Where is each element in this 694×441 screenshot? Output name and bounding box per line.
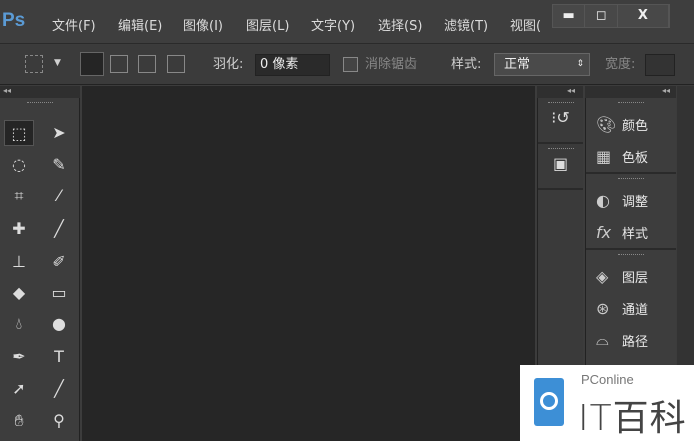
menu-bar: Ps 文件(F) 编辑(E) 图像(I) 图层(L) 文字(Y) 选择(S) 滤… bbox=[0, 0, 694, 44]
feather-label: 羽化: bbox=[213, 57, 244, 72]
preset-dropdown-icon[interactable]: ▼ bbox=[54, 58, 61, 68]
type-tool-icon[interactable]: T bbox=[44, 344, 74, 370]
history-panel-button[interactable]: ⁝↺ bbox=[538, 102, 583, 144]
layers-icon: ◈ bbox=[596, 266, 609, 286]
panel-label: 路径 bbox=[622, 334, 649, 350]
lasso-tool-icon[interactable]: ◌ bbox=[4, 152, 34, 178]
line-tool-icon[interactable]: ╱ bbox=[44, 376, 74, 402]
panel-label: 颜色 bbox=[622, 118, 649, 134]
panel-group: ◈ 图层 ⊛ 通道 ⌓ 路径 bbox=[586, 254, 676, 356]
clone-stamp-tool-icon[interactable]: ⊥ bbox=[4, 249, 34, 275]
antialias-label: 消除锯齿 bbox=[365, 57, 418, 72]
canvas-area[interactable] bbox=[82, 86, 535, 441]
crop-tool-icon[interactable]: ⌗ bbox=[4, 183, 34, 209]
panel2-collapse[interactable]: ◂◂ bbox=[585, 86, 676, 98]
gradient-tool-icon[interactable]: ▭ bbox=[44, 280, 74, 306]
collapse-icon: ◂◂ bbox=[3, 86, 12, 95]
window-controls: ▬ ◻ X bbox=[552, 4, 670, 28]
watermark-brand: PConline bbox=[581, 372, 634, 387]
channels-icon: ⊛ bbox=[596, 298, 610, 318]
menu-image[interactable]: 图像(I) bbox=[183, 15, 223, 34]
panel-label: 调整 bbox=[622, 194, 649, 210]
style-value: 正常 bbox=[504, 57, 531, 72]
history-brush-tool-icon[interactable]: ✐ bbox=[44, 249, 74, 275]
panel-label: 样式 bbox=[622, 226, 649, 242]
new-selection-icon[interactable] bbox=[80, 52, 104, 76]
minimize-button[interactable]: ▬ bbox=[553, 5, 586, 27]
feather-input[interactable]: 0 像素 bbox=[255, 54, 330, 76]
watermark: PConline IT百科 bbox=[520, 365, 694, 441]
move-tool-icon[interactable]: ➤ bbox=[44, 120, 74, 146]
hand-tool-icon[interactable]: ✋︎ bbox=[4, 408, 34, 434]
select-arrows-icon: ⇕ bbox=[576, 59, 584, 69]
menu-edit[interactable]: 编辑(E) bbox=[118, 15, 162, 34]
panel-group: ◐ 调整 fx 样式 bbox=[586, 178, 676, 250]
style-label: 样式: bbox=[451, 57, 482, 72]
menu-file[interactable]: 文件(F) bbox=[52, 15, 96, 34]
blur-tool-icon[interactable]: 💧︎ bbox=[4, 311, 34, 337]
properties-panel-button[interactable]: ▣ bbox=[538, 148, 583, 190]
panel-label: 通道 bbox=[622, 302, 649, 318]
panel-styles[interactable]: fx 样式 bbox=[586, 216, 676, 248]
panel1-collapse[interactable]: ◂◂ bbox=[537, 86, 583, 98]
zoom-tool-icon[interactable]: ⚲ bbox=[44, 408, 74, 434]
styles-icon: fx bbox=[596, 222, 612, 242]
menu-filter[interactable]: 滤镜(T) bbox=[444, 15, 488, 34]
panel-group: 🎨︎ 颜色 ▦ 色板 bbox=[586, 102, 676, 174]
panel-adjustments[interactable]: ◐ 调整 bbox=[586, 184, 676, 216]
antialias-checkbox[interactable] bbox=[343, 57, 358, 72]
paths-icon: ⌓ bbox=[596, 330, 609, 349]
brush-tool-icon[interactable]: ╱ bbox=[44, 216, 74, 242]
options-bar: ▼ 羽化: 0 像素 消除锯齿 样式: 正常 ⇕ 宽度: bbox=[0, 45, 694, 85]
tools-panel: ⬚ ➤ ◌ ✎ ⌗ ⁄ ✚ ╱ ⊥ ✐ ◆ ▭ 💧︎ ● ✒ T ➚ ╱ ✋︎ … bbox=[0, 98, 80, 441]
width-label: 宽度: bbox=[605, 57, 636, 72]
eraser-tool-icon[interactable]: ◆ bbox=[4, 280, 34, 306]
panel-label: 色板 bbox=[622, 150, 649, 166]
swatches-icon: ▦ bbox=[596, 146, 612, 166]
panel-swatches[interactable]: ▦ 色板 bbox=[586, 140, 676, 172]
collapse-icon: ◂◂ bbox=[661, 86, 670, 95]
panel-label: 图层 bbox=[622, 270, 649, 286]
toolbar-collapse[interactable]: ◂◂ bbox=[0, 86, 80, 98]
adjustments-icon: ◐ bbox=[596, 190, 610, 210]
panel-layers[interactable]: ◈ 图层 bbox=[586, 260, 676, 292]
eyedropper-tool-icon[interactable]: ⁄ bbox=[44, 183, 74, 209]
close-button[interactable]: X bbox=[618, 5, 669, 27]
healing-brush-tool-icon[interactable]: ✚ bbox=[4, 216, 34, 242]
watermark-logo-icon bbox=[534, 378, 564, 426]
subtract-selection-icon[interactable] bbox=[138, 55, 156, 73]
maximize-button[interactable]: ◻ bbox=[585, 5, 618, 27]
palette-icon: 🎨︎ bbox=[596, 114, 617, 134]
collapse-icon: ◂◂ bbox=[566, 86, 575, 95]
quick-select-tool-icon[interactable]: ✎ bbox=[44, 152, 74, 178]
path-select-tool-icon[interactable]: ➚ bbox=[4, 376, 34, 402]
panel-color[interactable]: 🎨︎ 颜色 bbox=[586, 108, 676, 140]
menu-view[interactable]: 视图( bbox=[510, 15, 541, 34]
menu-type[interactable]: 文字(Y) bbox=[311, 15, 355, 34]
intersect-selection-icon[interactable] bbox=[167, 55, 185, 73]
style-select[interactable]: 正常 ⇕ bbox=[494, 53, 590, 76]
marquee-tool-icon[interactable]: ⬚ bbox=[4, 120, 34, 146]
watermark-name: IT百科 bbox=[578, 398, 687, 439]
menu-layer[interactable]: 图层(L) bbox=[246, 15, 289, 34]
app-logo: Ps bbox=[2, 10, 26, 31]
pen-tool-icon[interactable]: ✒ bbox=[4, 344, 34, 370]
history-icon: ⁝↺ bbox=[551, 108, 570, 127]
properties-icon: ▣ bbox=[552, 154, 569, 173]
dodge-tool-icon[interactable]: ● bbox=[44, 311, 74, 337]
panel-paths[interactable]: ⌓ 路径 bbox=[586, 324, 676, 356]
menu-select[interactable]: 选择(S) bbox=[378, 15, 422, 34]
width-input[interactable] bbox=[645, 54, 675, 76]
marquee-preset-icon[interactable] bbox=[25, 55, 43, 73]
panel-channels[interactable]: ⊛ 通道 bbox=[586, 292, 676, 324]
add-selection-icon[interactable] bbox=[110, 55, 128, 73]
grip[interactable] bbox=[26, 102, 53, 108]
